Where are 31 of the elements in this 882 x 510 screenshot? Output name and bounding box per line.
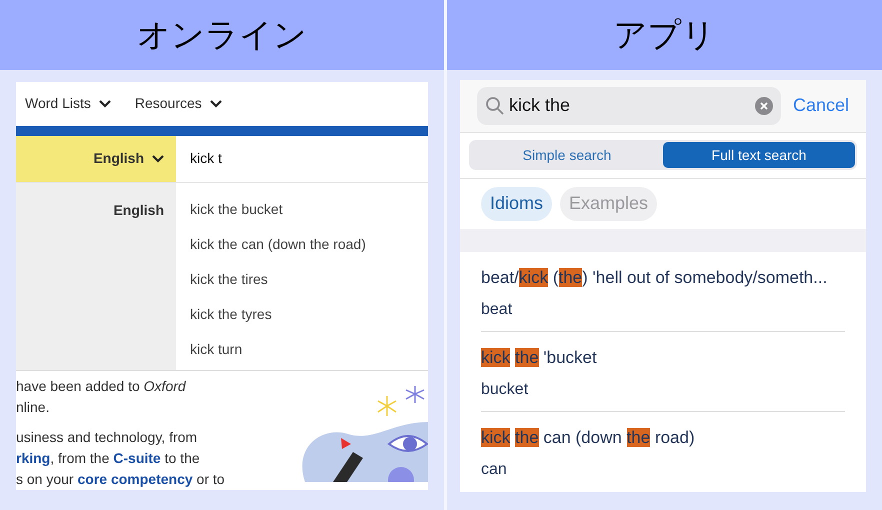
panel-title: オンライン — [137, 14, 307, 56]
panel-title: アプリ — [614, 14, 716, 56]
search-field[interactable]: kick the — [509, 92, 751, 120]
link[interactable]: rking — [16, 450, 50, 466]
search-icon — [485, 96, 505, 116]
suggestion-item[interactable]: kick the bucket — [190, 198, 283, 220]
cancel-button[interactable]: Cancel — [792, 92, 849, 120]
suggestion-item[interactable]: kick turn — [190, 338, 242, 360]
language-dropdown[interactable]: English — [16, 136, 176, 182]
result-headword: beat — [481, 300, 512, 320]
search-mode-tab[interactable]: Simple search — [471, 142, 663, 168]
link[interactable]: C-suite — [113, 450, 161, 466]
nav-menu-link[interactable]: Word Lists — [25, 93, 111, 114]
chevron-icon — [210, 100, 222, 108]
suggestion-item[interactable]: kick the tyres — [190, 302, 272, 325]
search-field[interactable]: kick t — [190, 148, 428, 170]
suggestion-group-label: English — [113, 200, 164, 218]
paragraph: have been added to Oxford nline. — [16, 376, 186, 417]
chevron-icon — [98, 100, 111, 108]
filter-chip[interactable]: Idioms — [481, 186, 552, 221]
chevron-icon — [152, 154, 164, 163]
suggestion-item[interactable]: kick the tires — [190, 268, 268, 290]
result-headword: bucket — [481, 380, 528, 400]
link[interactable]: core competency — [77, 470, 193, 487]
result-headword: can — [481, 460, 507, 480]
suggestion-item[interactable]: kick the can (down the road) — [190, 232, 366, 255]
nav-menu-link[interactable]: Resources — [134, 93, 222, 114]
paragraph: usiness and technology, from rking, from the C-suite to the s on your core competency or to — [16, 428, 225, 489]
search-field[interactable]: kick the — [477, 86, 781, 125]
search-mode-tab[interactable]: Full text search — [663, 142, 855, 168]
clear-icon[interactable] — [754, 96, 773, 115]
